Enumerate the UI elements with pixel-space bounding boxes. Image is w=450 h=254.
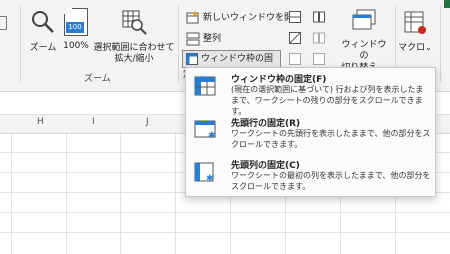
freeze-panes-icon: ✱	[194, 75, 216, 96]
group-separator	[440, 6, 441, 82]
svg-text:✱: ✱	[199, 75, 205, 83]
unhide-icon	[289, 53, 301, 65]
gridline	[11, 132, 12, 254]
new-window-icon	[186, 10, 199, 23]
gridline	[175, 132, 176, 254]
reset-window-position-icon	[313, 53, 325, 65]
chevron-down-icon: ⌄	[425, 43, 432, 52]
freeze-panes-icon	[186, 52, 198, 65]
switch-windows-button[interactable]: ウィンドウの 切り替え ⌄	[338, 8, 390, 74]
gridline	[0, 212, 450, 213]
arrange-icon	[186, 32, 200, 45]
macro-icon	[404, 11, 426, 34]
group-separator	[178, 6, 179, 82]
freeze-top-row-icon: ✱	[194, 120, 216, 140]
zoom-100-icon: 100	[64, 8, 88, 36]
freeze-first-column-icon: ✱	[194, 162, 214, 182]
zoom-button-label: ズーム	[29, 43, 57, 53]
split-icon[interactable]	[289, 11, 301, 23]
zoom-100-button[interactable]: 100 100%	[62, 8, 90, 52]
zoom-selection-icon	[122, 10, 147, 35]
zoom-100-icon-text: 100	[66, 22, 84, 33]
macro-button[interactable]: マクロ⌄	[398, 10, 432, 54]
menu-item-freeze-top-row[interactable]: ✱ 先頭行の固定(R) ワークシートの先頭行を表示したままで、他の部分をスクロー…	[186, 116, 435, 154]
column-header-i[interactable]: I	[92, 117, 95, 127]
new-window-label: 新しいウィンドウを開く	[203, 13, 303, 23]
svg-text:✱: ✱	[208, 131, 216, 140]
new-window-button[interactable]: 新しいウィンドウを開く	[186, 10, 302, 26]
sync-scroll-icon	[313, 32, 325, 44]
zoom-group-label: ズーム	[84, 74, 111, 84]
magnifier-icon	[32, 11, 54, 33]
zoom-100-label: 100%	[63, 41, 89, 51]
zoom-selection-label-line1: 選択範囲に合わせて	[93, 43, 175, 53]
macro-label-text: マクロ	[398, 43, 426, 53]
menu-item-desc: ワークシートの先頭行を表示したままで、他の部分をスクロールできます。	[231, 129, 431, 149]
hide-icon[interactable]	[289, 32, 301, 44]
zoom-to-selection-button[interactable]: 選択範囲に合わせて 拡大/縮小	[92, 8, 176, 65]
menu-item-desc: ワークシートの最初の列を表示したままで、他の部分をスクロールできます。	[231, 171, 431, 191]
group-separator	[20, 6, 21, 82]
partial-green-button[interactable]	[444, 0, 450, 8]
zoom-button[interactable]: ズーム	[26, 8, 60, 54]
arrange-all-button[interactable]: 整列	[186, 31, 221, 47]
column-header-j[interactable]: J	[146, 117, 149, 127]
switch-windows-icon	[352, 9, 376, 30]
freeze-panes-button[interactable]: ウィンドウ枠の固定⌄	[182, 50, 281, 80]
gridline	[120, 132, 121, 254]
svg-text:✱: ✱	[206, 174, 214, 182]
macro-label: マクロ⌄	[398, 42, 432, 54]
menu-item-freeze-panes[interactable]: ✱ ウィンドウ枠の固定(F) (現在の選択範囲に基づいて) 行および列を表示した…	[186, 72, 435, 116]
freeze-panes-menu: ✱ ウィンドウ枠の固定(F) (現在の選択範囲に基づいて) 行および列を表示した…	[185, 67, 436, 197]
view-side-by-side-icon[interactable]	[313, 11, 325, 23]
zoom-selection-label-line2: 拡大/縮小	[114, 54, 154, 64]
gridline	[0, 232, 450, 233]
menu-item-desc: (現在の選択範囲に基づいて) 行および列を表示したままで、ワークシートの残りの部…	[231, 85, 424, 116]
switch-windows-label-line1: ウィンドウの	[341, 40, 387, 61]
gridline	[66, 132, 67, 254]
partial-button[interactable]	[0, 16, 10, 32]
column-header-h[interactable]: H	[37, 117, 44, 127]
menu-item-freeze-first-column[interactable]: ✱ 先頭列の固定(C) ワークシートの最初の列を表示したままで、他の部分をスクロ…	[186, 158, 435, 194]
arrange-label: 整列	[203, 34, 222, 44]
